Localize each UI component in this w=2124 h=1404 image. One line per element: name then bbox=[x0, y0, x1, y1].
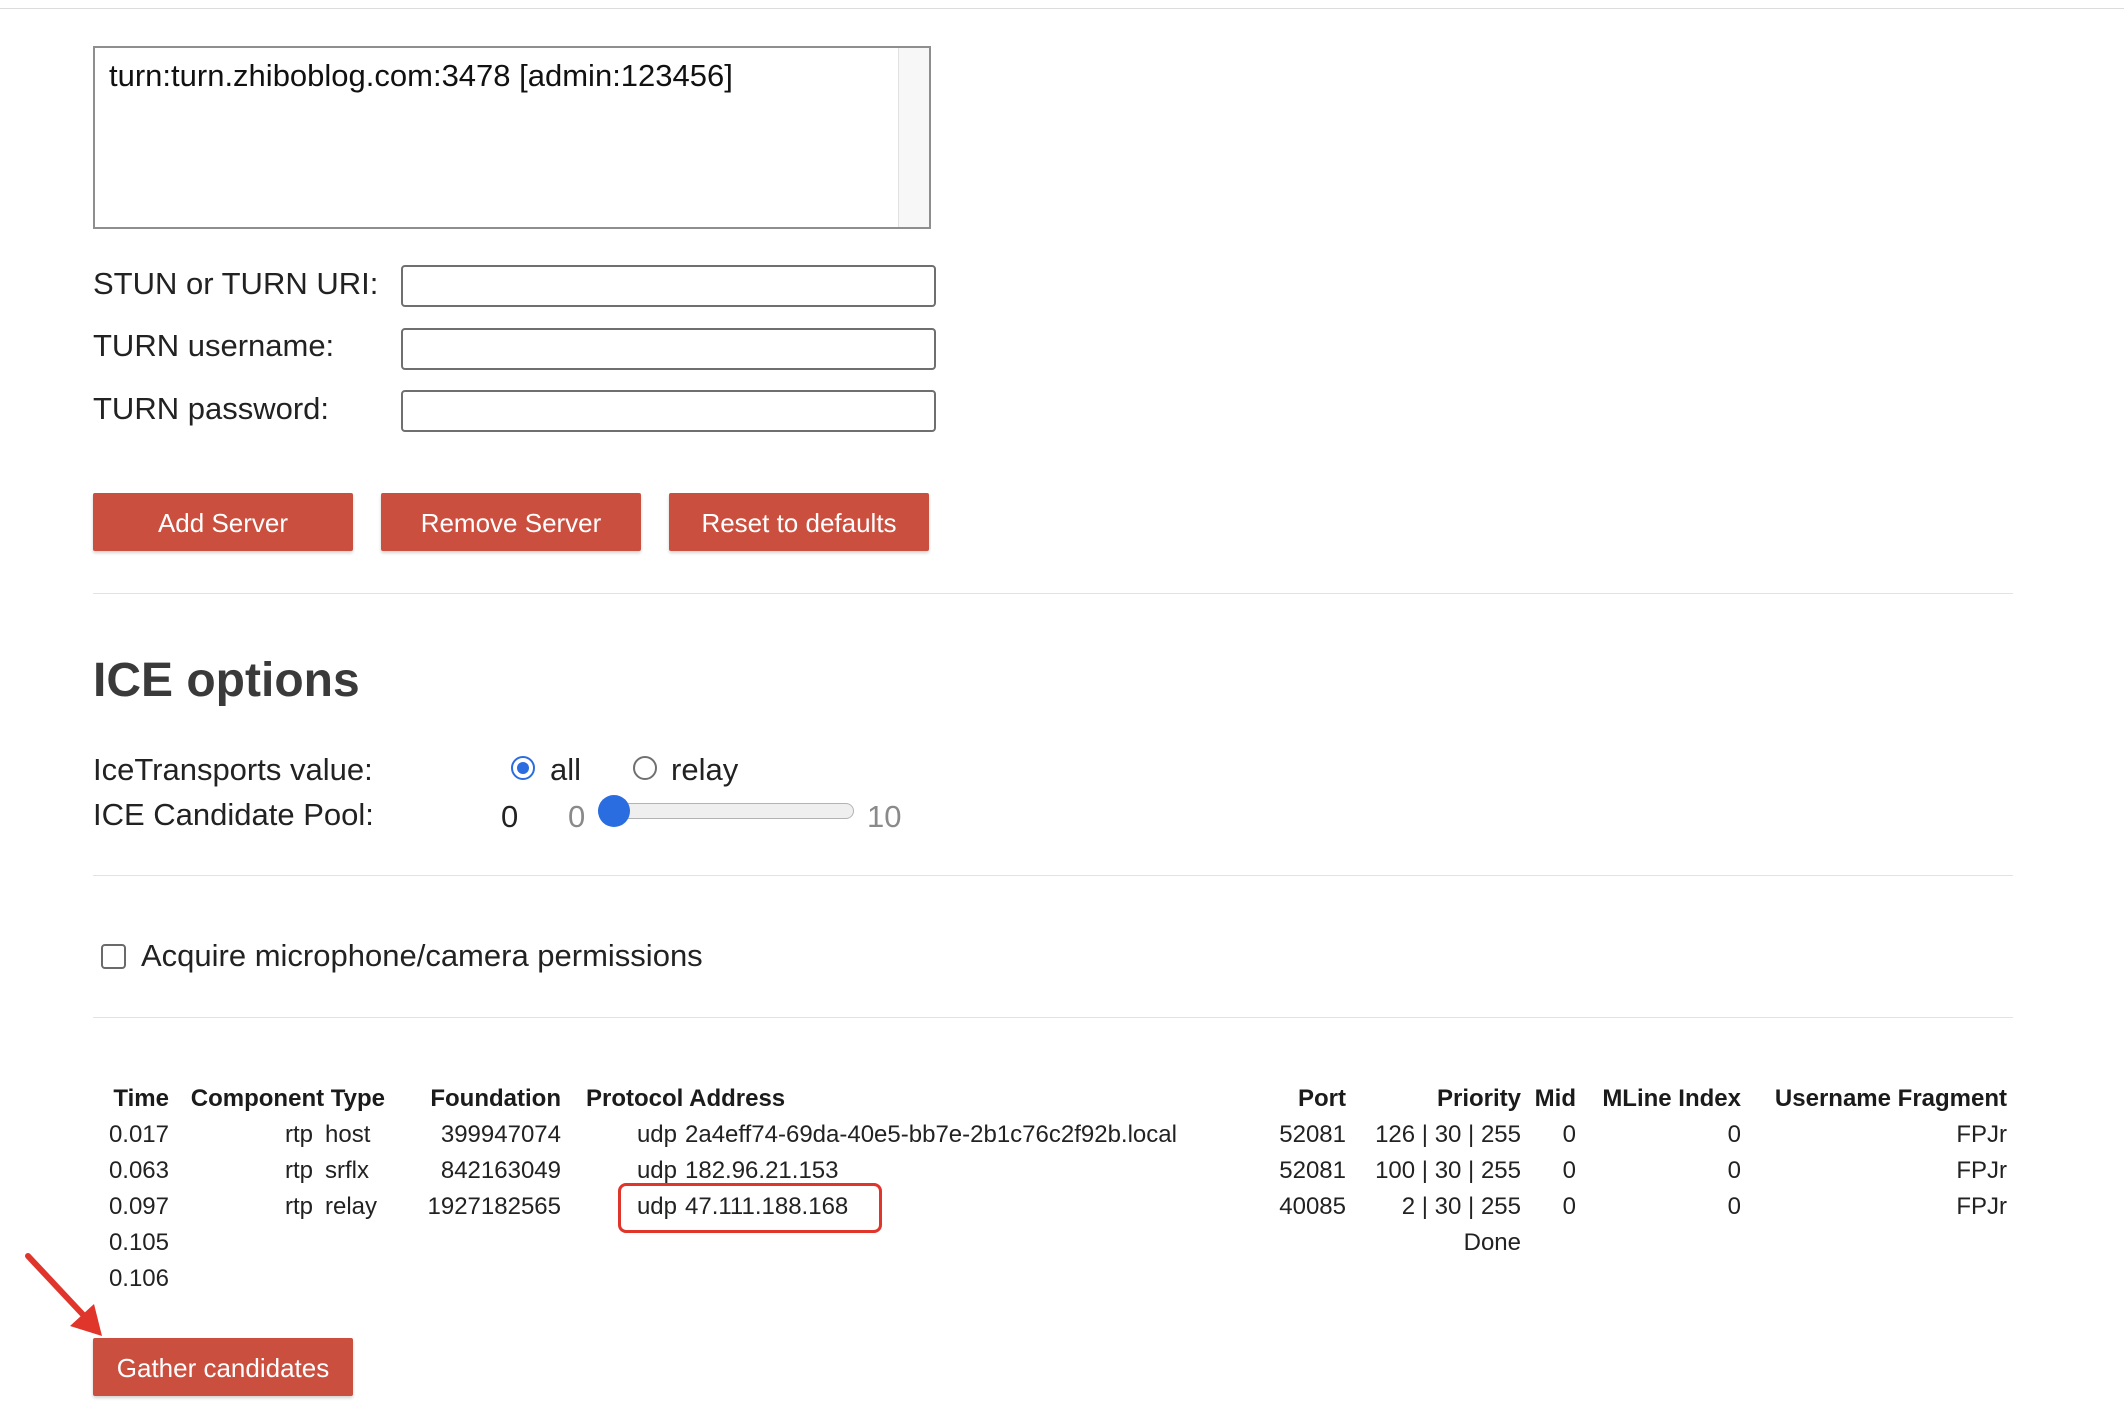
cell-type: relay bbox=[325, 1193, 378, 1220]
cell-port: 52081 bbox=[1279, 1121, 1346, 1148]
section-divider bbox=[93, 1017, 2013, 1018]
top-divider bbox=[0, 8, 2124, 9]
cell-protocol: udp bbox=[636, 1121, 677, 1148]
cell-mid: 0 bbox=[1562, 1157, 1576, 1184]
gather-candidates-button[interactable]: Gather candidates bbox=[93, 1338, 353, 1396]
transport-relay-radio[interactable] bbox=[633, 756, 657, 780]
turn-username-label: TURN username: bbox=[93, 328, 335, 363]
turn-username-input[interactable] bbox=[401, 328, 936, 370]
cell-mid: 0 bbox=[1562, 1121, 1576, 1148]
ice-transports-label: IceTransports value: bbox=[93, 752, 373, 787]
stun-turn-uri-label: STUN or TURN URI: bbox=[93, 266, 379, 301]
column-header-port: Port bbox=[1298, 1085, 1346, 1112]
cell-address: 182.96.21.153 bbox=[685, 1157, 839, 1184]
remove-server-button[interactable]: Remove Server bbox=[381, 493, 641, 551]
transport-all-label[interactable]: all bbox=[550, 752, 581, 788]
ice-servers-list[interactable]: turn:turn.zhiboblog.com:3478 [admin:1234… bbox=[93, 46, 931, 229]
cell-protocol: udp bbox=[636, 1157, 677, 1184]
slider-thumb[interactable] bbox=[598, 795, 630, 827]
cell-port: 40085 bbox=[1279, 1193, 1346, 1220]
add-server-button[interactable]: Add Server bbox=[93, 493, 353, 551]
column-header-time: Time bbox=[113, 1085, 169, 1112]
stun-turn-uri-input[interactable] bbox=[401, 265, 936, 307]
reset-to-defaults-button[interactable]: Reset to defaults bbox=[669, 493, 929, 551]
ice-candidate-pool-label: ICE Candidate Pool: bbox=[93, 797, 374, 832]
pool-min-label: 0 bbox=[568, 799, 586, 834]
cell-mline-index: 0 bbox=[1727, 1157, 1741, 1184]
cell-priority: 2 | 30 | 255 bbox=[1401, 1193, 1521, 1220]
cell-component: rtp bbox=[284, 1121, 313, 1148]
section-divider bbox=[93, 875, 2013, 876]
ice-candidate-pool-slider[interactable] bbox=[598, 803, 854, 819]
cell-mid: 0 bbox=[1562, 1193, 1576, 1220]
cell-port: 52081 bbox=[1279, 1157, 1346, 1184]
cell-username-fragment: FPJr bbox=[1956, 1193, 2007, 1220]
section-divider bbox=[93, 593, 2013, 594]
acquire-permissions-label[interactable]: Acquire microphone/camera permissions bbox=[141, 938, 703, 974]
cell-mline-index: 0 bbox=[1727, 1121, 1741, 1148]
annotation-arrow-icon bbox=[25, 1253, 102, 1336]
cell-foundation: 842163049 bbox=[440, 1157, 561, 1184]
cell-time: 0.063 bbox=[108, 1157, 169, 1184]
cell-component: rtp bbox=[284, 1157, 313, 1184]
turn-password-input[interactable] bbox=[401, 390, 936, 432]
column-header-priority: Priority bbox=[1436, 1085, 1521, 1112]
ice-servers-scrollbar[interactable] bbox=[898, 48, 929, 227]
relay-address-highlight bbox=[618, 1183, 882, 1233]
cell-component: rtp bbox=[284, 1193, 313, 1220]
cell-time: 0.017 bbox=[108, 1121, 169, 1148]
ice-options-heading: ICE options bbox=[93, 654, 360, 707]
acquire-permissions-checkbox[interactable] bbox=[101, 944, 126, 969]
cell-foundation: 1927182565 bbox=[427, 1193, 561, 1220]
cell-username-fragment: FPJr bbox=[1956, 1157, 2007, 1184]
ice-server-option[interactable]: turn:turn.zhiboblog.com:3478 [admin:1234… bbox=[109, 58, 733, 94]
column-header-foundation: Foundation bbox=[430, 1085, 561, 1112]
cell-type: srflx bbox=[325, 1157, 369, 1184]
pool-max-label: 10 bbox=[867, 799, 902, 834]
cell-foundation: 399947074 bbox=[440, 1121, 561, 1148]
column-header-username-fragment: Username Fragment bbox=[1774, 1085, 2007, 1112]
cell-priority: 100 | 30 | 255 bbox=[1375, 1157, 1521, 1184]
cell-mline-index: 0 bbox=[1727, 1193, 1741, 1220]
cell-time: 0.097 bbox=[108, 1193, 169, 1220]
cell-priority: 126 | 30 | 255 bbox=[1375, 1121, 1521, 1148]
cell-address: 2a4eff74-69da-40e5-bb7e-2b1c76c2f92b.loc… bbox=[685, 1121, 1177, 1148]
column-header-protocol-address: Protocol Address bbox=[586, 1085, 786, 1112]
pool-value-readout: 0 bbox=[501, 799, 519, 834]
transport-all-radio[interactable] bbox=[511, 756, 535, 780]
cell-time: 0.105 bbox=[108, 1229, 169, 1256]
transport-relay-label[interactable]: relay bbox=[671, 752, 738, 788]
column-header-mid: Mid bbox=[1534, 1085, 1576, 1112]
cell-username-fragment: FPJr bbox=[1956, 1121, 2007, 1148]
column-header-mline-index: MLine Index bbox=[1602, 1085, 1741, 1112]
turn-password-label: TURN password: bbox=[93, 391, 329, 426]
cell-status: Done bbox=[1463, 1229, 1521, 1256]
cell-type: host bbox=[325, 1121, 371, 1148]
column-header-component-type: Component Type bbox=[190, 1085, 385, 1112]
cell-time: 0.106 bbox=[108, 1265, 169, 1292]
